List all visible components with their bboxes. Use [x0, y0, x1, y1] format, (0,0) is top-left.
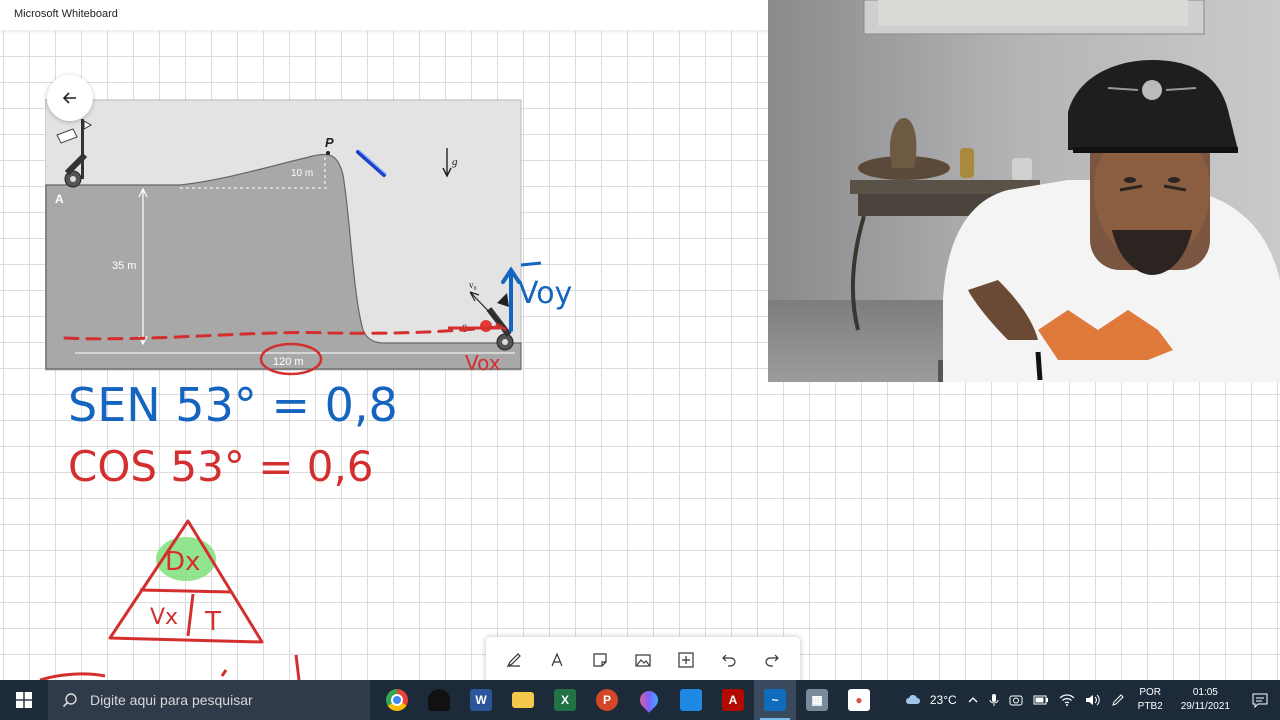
excel-icon: X	[554, 689, 576, 711]
powerpoint-icon: P	[596, 689, 618, 711]
speaker-icon	[1085, 694, 1100, 706]
clock-time: 01:05	[1192, 687, 1218, 698]
clock[interactable]: 01:05 29/11/2021	[1181, 686, 1230, 714]
taskbar-app-acrobat[interactable]: A	[712, 680, 754, 720]
text-icon	[551, 652, 563, 667]
sin-equation-ink: SEN 53° = 0,8	[68, 378, 398, 432]
taskbar-app-whiteboard[interactable]: ~	[754, 680, 796, 720]
triangle-vx-ink: Vx	[150, 605, 178, 630]
taskbar-search-box[interactable]: Digite aqui para pesquisar	[48, 680, 370, 720]
add-button[interactable]	[671, 645, 701, 675]
windows-logo-icon	[16, 692, 32, 708]
weather-widget[interactable]: 23°C	[904, 692, 957, 708]
microphone-icon	[989, 694, 999, 706]
taskbar-app-calculator[interactable]: ▦	[796, 680, 838, 720]
title-bar: Microsoft Whiteboard	[0, 0, 768, 31]
volume-button[interactable]	[1085, 693, 1101, 707]
weather-temp: 23°C	[929, 693, 957, 707]
taskbar-app-chrome[interactable]	[376, 680, 418, 720]
start-button[interactable]	[0, 680, 48, 720]
back-button[interactable]	[47, 75, 93, 121]
notification-center-button[interactable]	[1240, 680, 1280, 720]
windows-taskbar: Digite aqui para pesquisar W X P A ~ ▦ ●…	[0, 680, 1280, 720]
taskbar-apps: W X P A ~ ▦ ●	[376, 680, 880, 720]
pen-workspace-icon	[1111, 694, 1124, 706]
text-tool-button[interactable]	[542, 645, 572, 675]
camera-icon	[1009, 695, 1023, 706]
app-title: Microsoft Whiteboard	[14, 8, 118, 20]
calculator-icon: ▦	[806, 689, 828, 711]
word-icon: W	[470, 689, 492, 711]
battery-button[interactable]	[1033, 694, 1049, 706]
cliff-height-label: 35 m	[112, 260, 136, 272]
weather-cloud-icon	[905, 695, 920, 704]
search-icon	[62, 693, 77, 708]
taskbar-app-photos[interactable]	[670, 680, 712, 720]
acrobat-icon: A	[722, 689, 744, 711]
sticky-note-button[interactable]	[585, 645, 615, 675]
taskbar-app-powerpoint[interactable]: P	[586, 680, 628, 720]
triangle-dx-ink: Dx	[165, 547, 200, 577]
show-hidden-icons-button[interactable]	[967, 694, 979, 706]
distance-label: 120 m	[273, 356, 304, 368]
redo-icon	[765, 654, 780, 667]
voy-ink: Voy	[518, 276, 572, 311]
webcam-overlay	[768, 0, 1280, 382]
snip-icon: ●	[848, 689, 870, 711]
language-code: POR	[1139, 687, 1162, 698]
taskbar-app-paint[interactable]	[628, 680, 670, 720]
problem-figure-image[interactable]: 35 m 10 m 120 m P A g v₀ θ	[45, 95, 523, 371]
wifi-button[interactable]	[1059, 694, 1075, 706]
whiteboard-canvas[interactable]: Microsoft Whiteboard 35 m 10 m 120 m P A…	[0, 0, 1280, 680]
point-p-label: P	[325, 135, 334, 150]
webcam-tray-button[interactable]	[1009, 693, 1023, 707]
image-icon	[635, 654, 651, 667]
triangle-t-ink: T	[204, 607, 221, 637]
folder-icon	[512, 692, 534, 708]
clock-date: 29/11/2021	[1180, 701, 1230, 712]
taskbar-app-file-explorer[interactable]	[502, 680, 544, 720]
search-placeholder: Digite aqui para pesquisar	[90, 692, 253, 708]
paint-drop-icon	[636, 687, 662, 713]
cos-equation-ink: COS 53° = 0,6	[68, 442, 374, 491]
sticky-note-icon	[593, 653, 607, 667]
keyboard-layout: PTB2	[1137, 701, 1163, 712]
angle-label: θ	[462, 323, 467, 335]
input-language-indicator[interactable]: POR PTB2	[1138, 686, 1163, 714]
webcam-video-feed	[768, 0, 1280, 382]
chrome-icon	[386, 689, 408, 711]
undo-icon	[722, 654, 736, 667]
pen-tool-button[interactable]	[499, 645, 529, 675]
taskbar-app-helmet[interactable]	[418, 680, 460, 720]
gravity-label: g	[452, 156, 458, 168]
pen-icon	[506, 653, 521, 668]
hill-height-label: 10 m	[291, 168, 313, 179]
add-icon	[678, 652, 694, 668]
notification-icon	[1252, 693, 1268, 708]
microphone-button[interactable]	[989, 693, 999, 707]
chevron-up-icon	[968, 697, 978, 703]
undo-button[interactable]	[714, 645, 744, 675]
taskbar-app-excel[interactable]: X	[544, 680, 586, 720]
wifi-icon	[1059, 694, 1075, 706]
battery-icon	[1033, 695, 1048, 705]
system-tray: 23°C POR PTB2 01:05 29/11/2021	[899, 680, 1280, 720]
arrow-left-icon	[62, 92, 76, 104]
image-button[interactable]	[628, 645, 658, 675]
taskbar-app-snip[interactable]: ●	[838, 680, 880, 720]
helmet-icon	[428, 689, 450, 711]
redo-button[interactable]	[757, 645, 787, 675]
photos-icon	[680, 689, 702, 711]
pen-workspace-button[interactable]	[1111, 693, 1125, 707]
point-a-label: A	[55, 192, 64, 206]
taskbar-app-word[interactable]: W	[460, 680, 502, 720]
whiteboard-toolbar	[486, 637, 800, 680]
velocity-label: v₀	[469, 280, 477, 290]
whiteboard-icon: ~	[764, 689, 786, 711]
